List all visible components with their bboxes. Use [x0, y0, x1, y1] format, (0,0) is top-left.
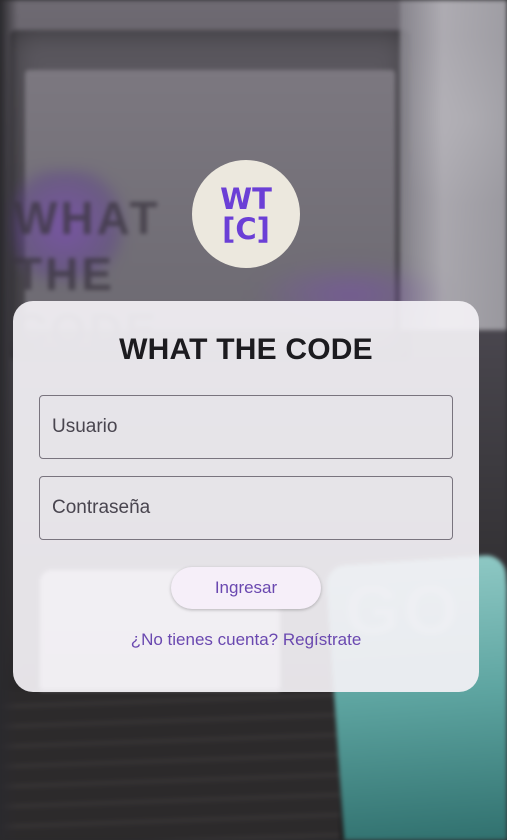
- login-button[interactable]: Ingresar: [171, 567, 321, 609]
- username-input[interactable]: [40, 396, 452, 458]
- logo-line-1: WT: [220, 182, 272, 216]
- background-table: [0, 690, 340, 840]
- password-field[interactable]: [39, 476, 453, 540]
- app-logo: WT [C]: [192, 160, 300, 268]
- login-card: WHAT THE CODE Ingresar ¿No tienes cuenta…: [13, 301, 479, 692]
- password-input[interactable]: [40, 477, 452, 539]
- register-link[interactable]: ¿No tienes cuenta? Regístrate: [13, 630, 479, 650]
- username-field[interactable]: [39, 395, 453, 459]
- logo-line-2: [C]: [222, 212, 270, 246]
- card-title: WHAT THE CODE: [119, 333, 373, 366]
